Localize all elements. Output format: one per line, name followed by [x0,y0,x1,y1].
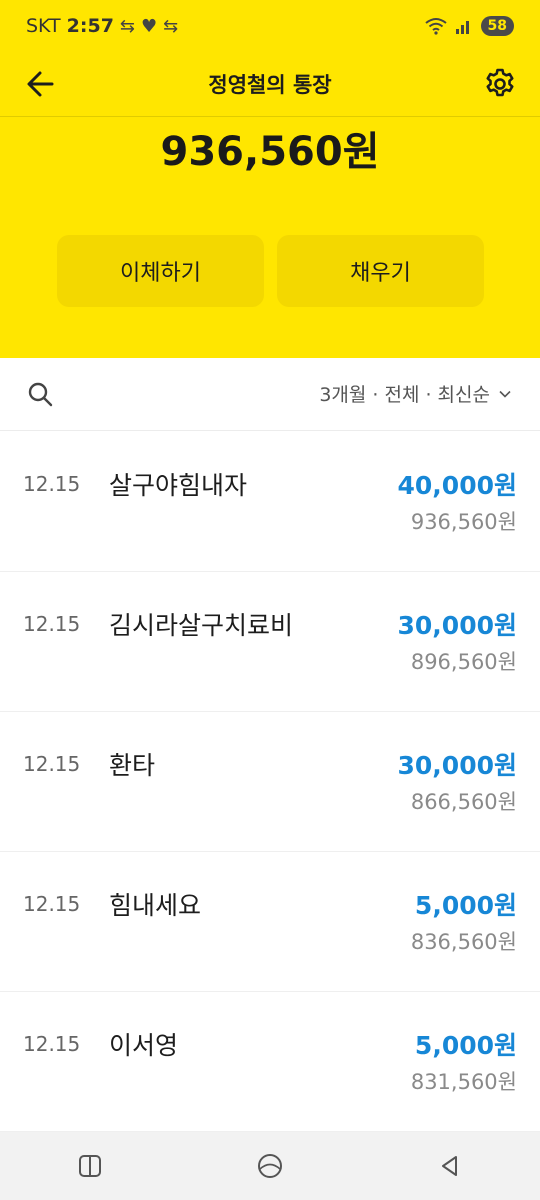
carrier-label: SKT [26,15,61,37]
page-title: 정영철의 통장 [208,73,332,97]
fill-button[interactable]: 채우기 [277,235,484,307]
transaction-name: 김시라살구치료비 [109,611,294,640]
search-icon[interactable] [26,380,54,408]
wifi-icon [424,18,447,35]
balance-section: 936,560원 이체하기 채우기 [0,117,540,358]
transaction-amount: 40,000원 [397,471,517,500]
recent-apps-icon [79,1155,101,1177]
clock: 2:57 [66,15,114,37]
transfer-button[interactable]: 이체하기 [57,235,264,307]
transaction-balance: 936,560원 [410,510,517,534]
back-arrow-icon[interactable] [22,66,58,102]
filter-bar: 3개월 · 전체 · 최신순 [0,358,540,431]
home-icon [258,1154,282,1178]
transaction-balance: 896,560원 [410,650,517,674]
transaction-amount: 30,000원 [397,751,517,780]
gear-icon[interactable] [482,66,518,102]
transaction-name: 살구야힘내자 [109,471,248,500]
transaction-name: 힘내세요 [109,891,202,920]
system-nav-bar [0,1132,540,1200]
status-left: SKT 2:57 ⇆ ♥ ⇆ [26,15,178,37]
transaction-date: 12.15 [23,612,81,636]
transaction-date: 12.15 [23,1032,81,1056]
transaction-date: 12.15 [23,892,81,916]
transaction-balance: 866,560원 [410,790,517,814]
recent-apps-button[interactable] [60,1136,120,1196]
heart-icon: ♥ [141,15,158,37]
battery-icon: 58 [480,16,514,36]
status-right: 58 [424,16,514,36]
transaction-balance: 836,560원 [410,930,517,954]
sync-icon: ⇆ [119,15,136,37]
transaction-date: 12.15 [23,472,81,496]
transaction-date: 12.15 [23,752,81,776]
status-bar: SKT 2:57 ⇆ ♥ ⇆ 58 [0,0,540,52]
back-icon [442,1156,457,1176]
transaction-amount: 5,000원 [414,1031,517,1060]
filter-label: 3개월 · 전체 · 최신순 [319,384,490,406]
transaction-name: 환타 [109,751,156,780]
transaction-amount: 30,000원 [397,611,517,640]
transaction-list: 12.15 살구야힘내자 40,000원 936,560원 12.15 김시라살… [0,432,540,1132]
app-header: 정영철의 통장 [0,52,540,116]
chevron-down-icon [499,390,511,398]
transaction-name: 이서영 [109,1031,179,1060]
transaction-row[interactable]: 12.15 살구야힘내자 40,000원 936,560원 [0,432,540,572]
signal-icon [455,21,469,34]
filter-dropdown[interactable]: 3개월 · 전체 · 최신순 [319,380,512,407]
transaction-row[interactable]: 12.15 힘내세요 5,000원 836,560원 [0,852,540,992]
transaction-row[interactable]: 12.15 환타 30,000원 866,560원 [0,712,540,852]
transaction-amount: 5,000원 [414,891,517,920]
back-button[interactable] [420,1136,480,1196]
transaction-row[interactable]: 12.15 이서영 5,000원 831,560원 [0,992,540,1132]
home-button[interactable] [240,1136,300,1196]
transaction-balance: 831,560원 [410,1070,517,1094]
account-balance: 936,560원 [160,129,380,175]
transaction-row[interactable]: 12.15 김시라살구치료비 30,000원 896,560원 [0,572,540,712]
sync-icon: ⇆ [163,15,179,37]
